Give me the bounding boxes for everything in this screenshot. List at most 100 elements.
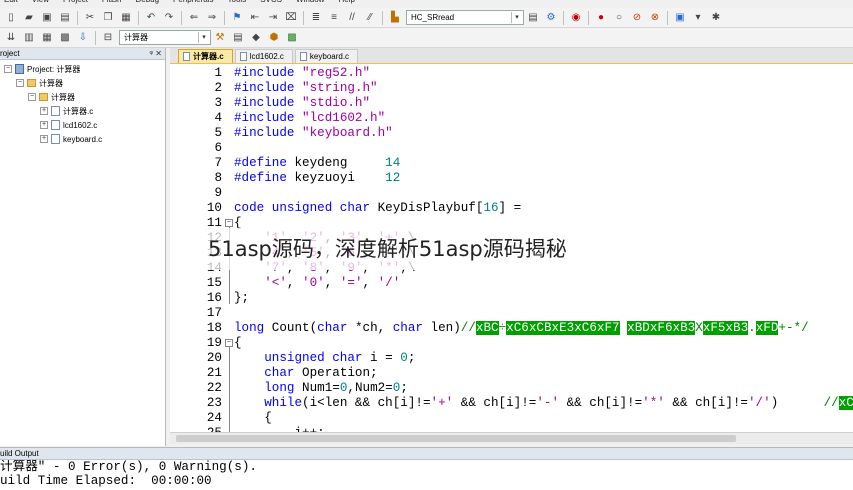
- find-combo[interactable]: HC_SRread ▾: [406, 10, 524, 25]
- panel-pin-close-icon[interactable]: ᵠ ✕: [150, 48, 162, 60]
- collapse-icon[interactable]: −: [16, 79, 24, 87]
- code-token: xCA: [838, 396, 853, 410]
- prev-bookmark-icon[interactable]: ⇤: [247, 10, 263, 26]
- code-token: i =: [370, 351, 401, 365]
- save-all-icon[interactable]: ▤: [57, 10, 73, 26]
- unindent-icon[interactable]: ≡: [326, 10, 342, 26]
- scrollbar-thumb[interactable]: [176, 435, 736, 442]
- editor-tab-label: keyboard.c: [309, 51, 350, 61]
- new-file-icon[interactable]: ▯: [3, 10, 19, 26]
- editor-tabs: 计算器.c lcd1602.c keyboard.c: [170, 48, 853, 64]
- file-extensions-icon[interactable]: ▤: [230, 30, 246, 46]
- target-options-icon[interactable]: ⚒: [212, 30, 228, 46]
- clear-bookmarks-icon[interactable]: ⌧: [283, 10, 299, 26]
- copy-icon[interactable]: ❐: [100, 10, 116, 26]
- menu-item-flash[interactable]: Flash: [102, 0, 122, 6]
- menu-item-debug[interactable]: Debug: [135, 0, 159, 6]
- menu-item-edit[interactable]: Edit: [4, 0, 18, 6]
- next-bookmark-icon[interactable]: ⇥: [265, 10, 281, 26]
- pack-installer-icon[interactable]: ▩: [284, 30, 300, 46]
- collapse-icon[interactable]: −: [28, 93, 36, 101]
- chevron-down-icon[interactable]: ▾: [690, 10, 706, 26]
- redo-icon[interactable]: ↷: [161, 10, 177, 26]
- cut-icon[interactable]: ✂: [82, 10, 98, 26]
- target-combo[interactable]: 计算器 ▾: [119, 30, 211, 45]
- c-file-icon: [51, 106, 60, 116]
- nav-back-icon[interactable]: ⇐: [186, 10, 202, 26]
- horizontal-scrollbar[interactable]: [170, 432, 853, 444]
- expand-icon[interactable]: +: [40, 121, 48, 129]
- menu-item-peripherals[interactable]: Peripherals: [173, 0, 213, 6]
- batch-build-icon[interactable]: ▩: [57, 30, 73, 46]
- open-folder-icon[interactable]: ▰: [21, 10, 37, 26]
- tree-node[interactable]: + keyboard.c: [0, 132, 165, 146]
- configure-icon[interactable]: ✱: [708, 10, 724, 26]
- tree-node[interactable]: − 计算器: [0, 90, 165, 104]
- window-layout-icon[interactable]: ▣: [672, 10, 688, 26]
- code-line: 16};: [170, 291, 853, 306]
- c-file-icon: [299, 52, 307, 61]
- download-icon[interactable]: ⇩: [75, 30, 91, 46]
- menu-item-view[interactable]: View: [32, 0, 49, 6]
- code-token: keydeng: [294, 156, 386, 170]
- menu-item-tools[interactable]: Tools: [228, 0, 247, 6]
- paste-icon[interactable]: ▦: [118, 10, 134, 26]
- fold-collapse-icon[interactable]: −: [225, 219, 233, 227]
- editor-tab[interactable]: lcd1602.c: [234, 49, 293, 63]
- breakpoint-icon[interactable]: ●: [593, 10, 609, 26]
- project-panel: roject ᵠ ✕ − Project: 计算器 − 计算器 − 计算器 + 计算器.c + l…: [0, 48, 166, 490]
- editor-tab[interactable]: 计算器.c: [178, 49, 233, 63]
- fold-collapse-icon[interactable]: −: [225, 339, 233, 347]
- comment-icon[interactable]: //: [344, 10, 360, 26]
- chevron-down-icon[interactable]: ▾: [511, 12, 522, 23]
- kill-all-breakpoints-icon[interactable]: ⊗: [647, 10, 663, 26]
- manage-components-icon[interactable]: ◆: [248, 30, 264, 46]
- separator: [77, 10, 78, 25]
- find-in-files-icon[interactable]: ▙: [387, 10, 403, 26]
- expand-icon[interactable]: +: [40, 135, 48, 143]
- line-number: 5: [214, 126, 222, 140]
- nav-forward-icon[interactable]: ⇒: [204, 10, 220, 26]
- tree-node[interactable]: + 计算器.c: [0, 104, 165, 118]
- chevron-down-icon[interactable]: ▾: [198, 32, 209, 43]
- rebuild-icon[interactable]: ▦: [39, 30, 55, 46]
- build-toolbar: ⇊ ▥ ▦ ▩ ⇩ ⊟ 计算器 ▾ ⚒ ▤ ◆ ⬢ ▩: [0, 28, 853, 48]
- code-token: ;: [407, 351, 416, 365]
- save-icon[interactable]: ▣: [39, 10, 55, 26]
- select-packs-icon[interactable]: ⬢: [266, 30, 282, 46]
- replace-icon[interactable]: ⚙: [543, 10, 559, 26]
- code-token: .: [748, 321, 756, 335]
- code-line: 5 #include "keyboard.h": [170, 126, 853, 141]
- indent-icon[interactable]: ≣: [308, 10, 324, 26]
- disable-breakpoint-icon[interactable]: ○: [611, 10, 627, 26]
- code-token: Operation;: [302, 366, 378, 380]
- kill-breakpoints-icon[interactable]: ⊘: [629, 10, 645, 26]
- code-token: "stdio.h": [302, 96, 371, 110]
- code-token: xFD: [755, 321, 779, 335]
- load-icon[interactable]: ⊟: [100, 30, 116, 46]
- c-file-icon: [51, 120, 60, 130]
- collapse-icon[interactable]: −: [4, 65, 12, 73]
- compile-icon[interactable]: ⇊: [3, 30, 19, 46]
- tree-node[interactable]: − Project: 计算器: [0, 62, 165, 76]
- project-icon: [15, 64, 24, 74]
- bookmark-icon[interactable]: ⚑: [229, 10, 245, 26]
- code-text: unsigned char i = 0;: [234, 351, 415, 366]
- tree-node[interactable]: − 计算器: [0, 76, 165, 90]
- code-token: xBD: [627, 321, 650, 335]
- expand-icon[interactable]: +: [40, 107, 48, 115]
- menu-item-help[interactable]: Help: [338, 0, 354, 6]
- menu-item-window[interactable]: Window: [296, 0, 324, 6]
- find-icon[interactable]: ▤: [525, 10, 541, 26]
- debug-icon[interactable]: ◉: [568, 10, 584, 26]
- code-token: +-*/: [778, 321, 809, 335]
- uncomment-icon[interactable]: ⁄⁄: [362, 10, 378, 26]
- menu-item-project[interactable]: Project: [63, 0, 88, 6]
- build-icon[interactable]: ▥: [21, 30, 37, 46]
- menu-item-svcs[interactable]: SVCS: [260, 0, 282, 6]
- editor-tab[interactable]: keyboard.c: [294, 49, 359, 63]
- tree-node[interactable]: + lcd1602.c: [0, 118, 165, 132]
- undo-icon[interactable]: ↶: [143, 10, 159, 26]
- code-token: '+': [430, 396, 454, 410]
